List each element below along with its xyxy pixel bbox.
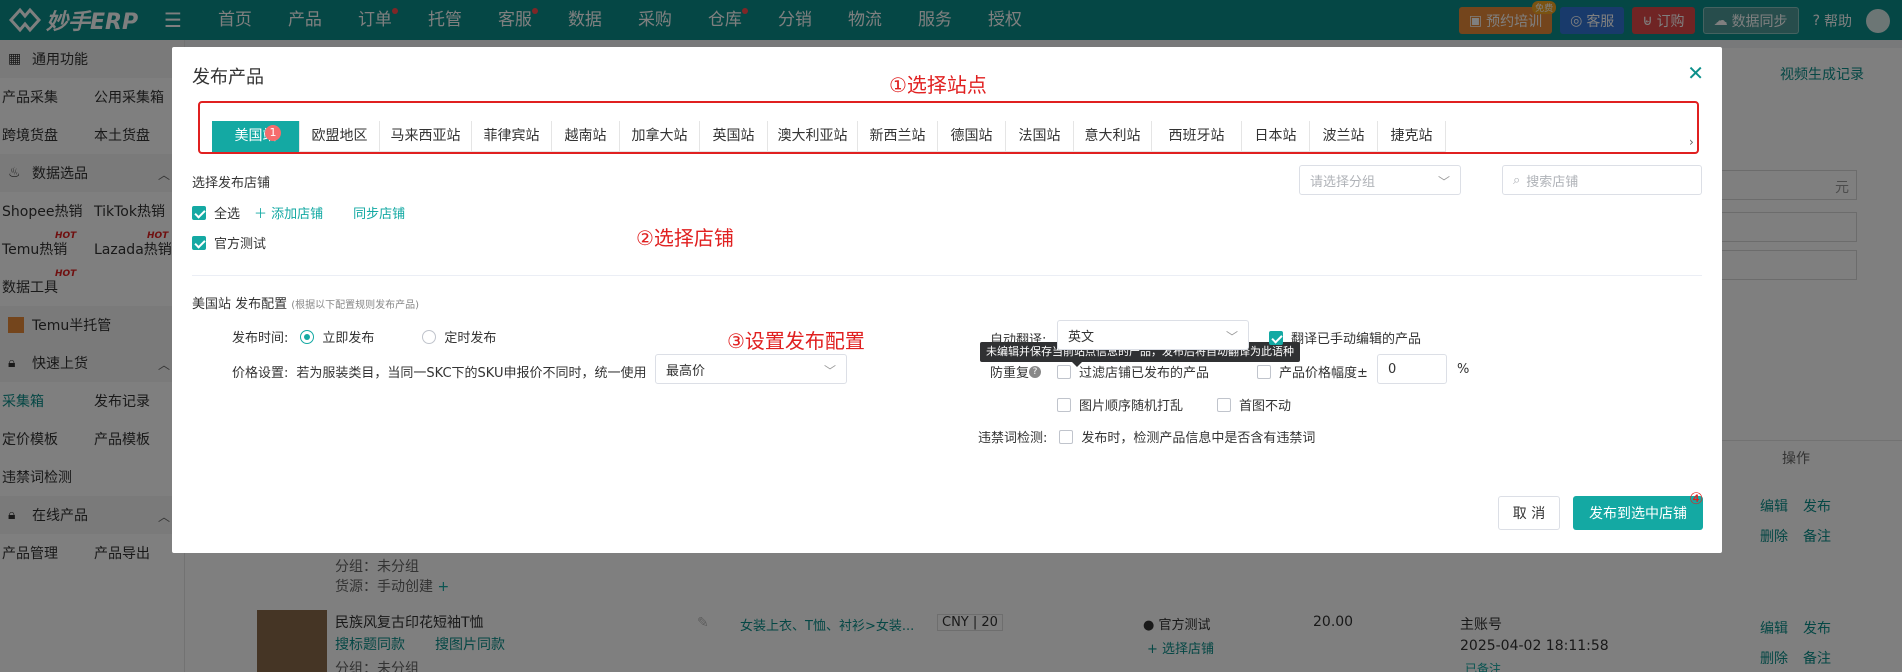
- price-setting-row: 价格设置: 若为服装类目，当同一SKC下的SKU申报价不同时，统一使用: [232, 366, 647, 381]
- site-tab[interactable]: 澳大利亚站: [768, 121, 858, 152]
- shop-checkbox[interactable]: [192, 235, 206, 250]
- keep-first-image-row: 首图不动: [1217, 395, 1291, 414]
- publish-product-dialog: 发布产品 ✕ ①选择站点 美国站 1 欧盟地区 马来西亚站 菲律宾站 越南站 加拿大站 英国站…: [172, 47, 1722, 553]
- chevron-down-icon: ﹀: [1437, 175, 1450, 189]
- translate-language-select[interactable]: 英文 ﹀: [1057, 320, 1249, 350]
- chevron-right-icon[interactable]: ›: [1689, 135, 1694, 149]
- filter-published-checkbox[interactable]: [1057, 364, 1071, 379]
- site-tab[interactable]: 德国站: [938, 121, 1006, 152]
- shop-search-input[interactable]: ⌕ 搜索店铺: [1502, 165, 1702, 195]
- keep-first-image-checkbox[interactable]: [1217, 397, 1231, 412]
- cancel-button[interactable]: 取 消: [1498, 496, 1560, 530]
- site-tab[interactable]: 捷克站: [1378, 121, 1446, 152]
- annotation-select-shop: ②选择店铺: [636, 226, 734, 250]
- price-range-checkbox[interactable]: [1257, 364, 1271, 379]
- percent-label: %: [1457, 362, 1470, 377]
- site-tab[interactable]: 英国站: [700, 121, 768, 152]
- search-icon: ⌕: [1513, 172, 1521, 188]
- count-badge: 1: [265, 125, 281, 141]
- add-shop-link[interactable]: ＋ 添加店铺: [254, 203, 323, 222]
- shuffle-images-row: 图片顺序随机打乱: [1057, 395, 1183, 414]
- site-tab[interactable]: 美国站 1: [212, 121, 300, 152]
- auto-translate-row: 自动翻译:: [990, 333, 1047, 348]
- shop-item-row: 官方测试: [192, 233, 266, 252]
- publish-now-radio[interactable]: [300, 329, 315, 344]
- price-range-row: 产品价格幅度±: [1257, 362, 1368, 381]
- site-tabs: 美国站 1 欧盟地区 马来西亚站 菲律宾站 越南站 加拿大站 英国站 澳大利亚站 新西兰站 德国站法…: [212, 121, 1446, 152]
- annotation-publish-config: ③设置发布配置: [727, 329, 865, 353]
- publish-to-shops-button[interactable]: 发布到选中店铺: [1573, 496, 1703, 530]
- site-tab[interactable]: 西班牙站: [1152, 121, 1242, 152]
- anti-duplicate-row: 防重复?: [990, 362, 1042, 381]
- site-tab[interactable]: 越南站: [552, 121, 620, 152]
- site-tab[interactable]: 法国站: [1006, 121, 1074, 152]
- site-tab[interactable]: 加拿大站: [620, 121, 700, 152]
- price-range-input[interactable]: 0: [1377, 354, 1447, 384]
- select-all-row: 全选 ＋ 添加店铺 同步店铺: [192, 203, 405, 222]
- choose-shop-label: 选择发布店铺: [192, 176, 271, 191]
- select-all-checkbox[interactable]: [192, 205, 206, 220]
- section-divider: [192, 275, 1702, 276]
- question-icon[interactable]: ?: [1029, 365, 1042, 378]
- site-tab[interactable]: 日本站: [1242, 121, 1310, 152]
- site-tab[interactable]: 意大利站: [1074, 121, 1152, 152]
- word-check-checkbox[interactable]: [1059, 429, 1074, 444]
- annotation-step-4: ④: [1689, 489, 1704, 508]
- translate-manual-row: 翻译已手动编辑的产品: [1269, 328, 1421, 347]
- site-tab[interactable]: 新西兰站: [858, 121, 938, 152]
- dialog-title: 发布产品: [192, 67, 264, 88]
- publish-scheduled-radio[interactable]: [422, 329, 437, 344]
- word-check-row: 违禁词检测: 发布时，检测产品信息中是否含有违禁词: [978, 429, 1316, 446]
- sync-shop-link[interactable]: 同步店铺: [353, 203, 405, 222]
- config-title: 美国站 发布配置 (根据以下配置规则发布产品): [192, 297, 420, 312]
- site-tab[interactable]: 波兰站: [1310, 121, 1378, 152]
- chevron-down-icon: ﹀: [823, 364, 836, 378]
- shuffle-images-checkbox[interactable]: [1057, 397, 1071, 412]
- price-rule-select[interactable]: 最高价 ﹀: [655, 354, 847, 384]
- group-select[interactable]: 请选择分组 ﹀: [1299, 165, 1461, 195]
- annotation-select-site: ①选择站点: [889, 73, 987, 97]
- chevron-down-icon: ﹀: [1225, 330, 1238, 344]
- translate-manual-checkbox[interactable]: [1269, 330, 1283, 345]
- site-tab[interactable]: 马来西亚站: [380, 121, 472, 152]
- publish-time-row: 发布时间: 立即发布 定时发布: [232, 329, 497, 346]
- site-tab[interactable]: 欧盟地区: [300, 121, 380, 152]
- filter-published-row: 过滤店铺已发布的产品: [1057, 362, 1209, 381]
- close-icon[interactable]: ✕: [1687, 61, 1704, 85]
- site-tab[interactable]: 菲律宾站: [472, 121, 552, 152]
